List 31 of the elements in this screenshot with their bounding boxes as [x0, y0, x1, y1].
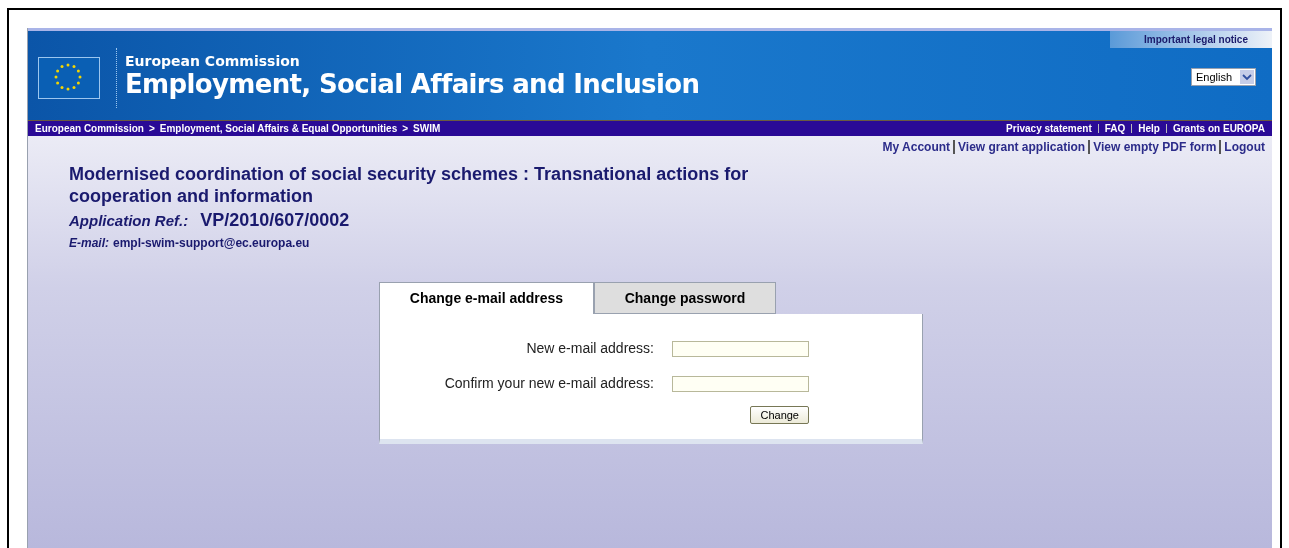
breadcrumb-link[interactable]: European Commission [35, 121, 144, 136]
language-select[interactable]: English [1190, 68, 1256, 86]
email-input[interactable] [672, 375, 809, 392]
account-link[interactable]: Logout [1224, 138, 1265, 156]
reference-label: Application Ref.: [69, 211, 189, 231]
header-link[interactable]: Grants on EUROPA [1172, 121, 1265, 136]
tab[interactable]: Change e-mail address [379, 282, 594, 314]
email-input[interactable] [672, 340, 809, 357]
page-title: Modernised coordination of social security schemes : Transnational actions for cooperation and information [69, 163, 750, 207]
legal-notice-link[interactable]: Important legal notice [1110, 31, 1272, 48]
breadcrumb-separator: > [148, 122, 155, 136]
agency-name: European Commission [125, 54, 301, 69]
breadcrumb-link[interactable]: SWIM [413, 121, 441, 136]
breadcrumb-separator: > [402, 122, 409, 136]
site-title: Employment, Social Affairs and Inclusion [125, 69, 700, 101]
support-email: empl-swim-support@ec.europa.eu [113, 235, 310, 252]
dropdown-caret-icon [1240, 70, 1254, 84]
breadcrumb-link[interactable]: Employment, Social Affairs & Equal Opportunities [159, 121, 398, 136]
eu-flag-icon [38, 56, 100, 99]
email-label: E-mail: [69, 235, 109, 252]
field-label: Confirm your new e-mail address: [444, 374, 654, 393]
header-link[interactable]: Help [1138, 121, 1160, 136]
account-link[interactable]: View grant application [958, 138, 1086, 156]
account-link[interactable]: My Account [882, 138, 951, 156]
account-link[interactable]: View empty PDF form [1093, 138, 1217, 156]
tab[interactable]: Change password [594, 282, 776, 314]
reference-number: VP/2010/607/0002 [200, 209, 350, 232]
field-label: New e-mail address: [526, 339, 654, 358]
header-link[interactable]: Privacy statement [1006, 121, 1092, 136]
header-link[interactable]: FAQ [1104, 121, 1126, 136]
change-button[interactable]: Change [750, 406, 809, 424]
